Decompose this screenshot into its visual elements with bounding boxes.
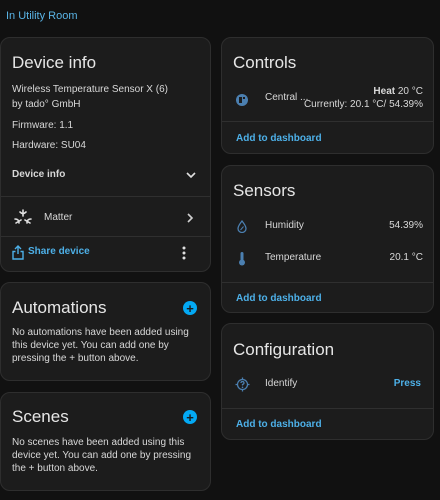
device-info-title: Device info	[12, 53, 97, 72]
chevron-right-icon	[185, 212, 195, 224]
device-info-card: Device info Wireless Temperature Sensor …	[0, 37, 211, 272]
more-options-icon[interactable]	[182, 246, 188, 260]
controls-title: Controls	[233, 53, 297, 72]
thermostat-icon	[234, 92, 250, 108]
configuration-title: Configuration	[233, 340, 335, 359]
matter-label: Matter	[44, 212, 73, 223]
sensor-label: Temperature	[265, 252, 322, 263]
add-automation-button[interactable]: +	[183, 301, 197, 315]
automations-card: Automations + No automations have been a…	[0, 282, 211, 381]
divider	[222, 121, 433, 122]
configuration-add-to-dashboard-button[interactable]: Add to dashboard	[236, 419, 322, 430]
share-icon	[11, 245, 24, 260]
firmware-info: Firmware: 1.1	[12, 120, 74, 131]
add-scene-button[interactable]: +	[183, 410, 197, 424]
configuration-card: Configuration Identify Press Add to dash…	[221, 323, 434, 440]
divider	[222, 408, 433, 409]
share-device-button[interactable]: Share device	[9, 244, 119, 262]
climate-entity-row[interactable]: Central ... Heat 20 °C Currently: 20.1 °…	[222, 86, 433, 114]
sensors-title: Sensors	[233, 181, 296, 200]
water-percent-icon	[236, 219, 248, 233]
scenes-title: Scenes	[12, 407, 69, 426]
sensor-value: 20.1 °C	[389, 252, 423, 263]
plus-icon: +	[186, 409, 194, 425]
controls-card: Controls Central ... Heat 20 °C Currentl…	[221, 37, 434, 154]
hardware-info: Hardware: SU04	[12, 140, 86, 151]
plus-icon: +	[186, 300, 194, 316]
sensor-row-humidity[interactable]: Humidity 54.39%	[222, 216, 433, 236]
sensors-add-to-dashboard-button[interactable]: Add to dashboard	[236, 293, 322, 304]
divider	[1, 236, 210, 237]
climate-current: Currently: 20.1 °C/ 54.39%	[303, 99, 423, 110]
chevron-down-icon	[185, 169, 197, 181]
climate-mode: Heat	[373, 86, 396, 97]
sensors-card: Sensors Humidity 54.39% Temperature 20.1…	[221, 165, 434, 313]
identify-label: Identify	[265, 378, 298, 389]
scenes-card: Scenes + No scenes have been added using…	[0, 392, 211, 491]
identify-press-button[interactable]: Press	[394, 378, 421, 389]
automations-empty-text: No automations have been added using thi…	[12, 327, 189, 364]
thermometer-icon	[237, 250, 247, 266]
climate-state: Heat 20 °C	[373, 86, 423, 97]
identify-row: Identify Press	[222, 374, 433, 394]
divider	[222, 282, 433, 283]
sensor-row-temperature[interactable]: Temperature 20.1 °C	[222, 248, 433, 268]
device-info-expander[interactable]: Device info	[1, 160, 210, 188]
divider	[1, 196, 210, 197]
breadcrumb[interactable]: In Utility Room	[6, 10, 78, 22]
matter-row[interactable]: Matter	[1, 204, 210, 232]
device-info-section-label: Device info	[12, 169, 66, 180]
device-manufacturer: by tado° GmbH	[12, 99, 81, 110]
matter-icon	[13, 209, 33, 227]
share-device-label: Share device	[28, 246, 90, 257]
climate-target-temp: 20 °C	[397, 86, 423, 97]
crosshairs-question-icon	[234, 376, 250, 392]
automations-title: Automations	[12, 298, 107, 317]
climate-entity-name: Central ...	[265, 92, 309, 103]
device-model: Wireless Temperature Sensor X (6)	[12, 84, 168, 95]
controls-add-to-dashboard-button[interactable]: Add to dashboard	[236, 133, 322, 144]
sensor-value: 54.39%	[389, 220, 423, 231]
scenes-empty-text: No scenes have been added using this dev…	[12, 437, 192, 474]
sensor-label: Humidity	[265, 220, 304, 231]
